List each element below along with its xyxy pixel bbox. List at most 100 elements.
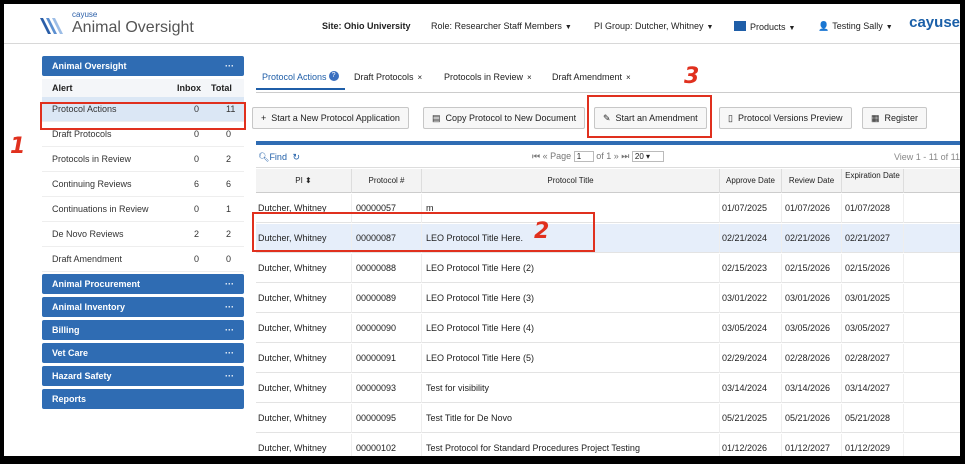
column-header-approve-date[interactable]: Approve Date — [720, 169, 782, 193]
sidebar-section-animal-oversight[interactable]: Animal Oversight ··· — [42, 56, 244, 76]
cell-protocol-title: LEO Protocol Title Here (5) — [426, 344, 720, 373]
user-menu[interactable]: 👤 Testing Sally ▼ — [818, 21, 893, 32]
cell-protocol-number: 00000095 — [356, 404, 422, 433]
role-dropdown[interactable]: Role: Researcher Staff Members ▼ — [431, 21, 572, 31]
sidebar-section[interactable]: Vet Care ··· — [42, 343, 244, 363]
cell-review-date: 03/05/2026 — [785, 314, 842, 343]
more-icon[interactable]: ··· — [225, 56, 234, 76]
table-row[interactable]: Dutcher, Whitney 00000093 Test for visibil… — [256, 374, 960, 403]
page-input[interactable]: 1 — [573, 151, 594, 163]
copy-protocol-button[interactable]: ▤ Copy Protocol to New Document — [423, 107, 586, 129]
inbox-count: 0 — [194, 254, 200, 264]
cell-protocol-number: 00000088 — [356, 254, 422, 283]
sidebar-item[interactable]: De Novo Reviews 2 2 — [42, 222, 244, 247]
column-header-pi[interactable]: PI ⬍ — [256, 169, 352, 193]
sidebar-item[interactable]: Continuations in Review 0 1 — [42, 197, 244, 222]
cell-protocol-number: 00000090 — [356, 314, 422, 343]
find-button[interactable]: 🔍︎Find ↻ — [258, 152, 300, 163]
last-page-icon[interactable]: ⏭ — [621, 151, 629, 161]
cayuse-logo-icon — [40, 18, 63, 34]
register-button[interactable]: ▦ Register — [862, 107, 928, 129]
inbox-count: 0 — [194, 154, 200, 164]
cell-protocol-title: Test Protocol for Standard Procedures Pr… — [426, 434, 720, 456]
find-label: Find — [269, 152, 287, 162]
rows-per-page-select[interactable]: 20 ▾ — [631, 151, 664, 163]
prev-page-icon[interactable]: « — [543, 151, 548, 161]
header-label: Review Date — [788, 176, 835, 185]
inbox-count: 2 — [194, 229, 200, 239]
sidebar-item-label: Continuations in Review — [52, 204, 149, 214]
tab-label: Draft Protocols — [354, 72, 414, 82]
sidebar-section[interactable]: Animal Procurement ··· — [42, 274, 244, 294]
total-count: 6 — [226, 179, 232, 189]
close-icon[interactable]: × — [527, 73, 532, 82]
sidebar-section[interactable]: Reports — [42, 389, 244, 409]
tab-label: Protocols in Review — [444, 72, 524, 82]
sidebar-item[interactable]: Draft Amendment 0 0 — [42, 247, 244, 272]
sidebar-item-label: Draft Protocols — [52, 129, 112, 139]
table-row[interactable]: Dutcher, Whitney 00000091 LEO Protocol Tit… — [256, 344, 960, 373]
tab[interactable]: Protocols in Review × — [444, 64, 532, 90]
tab[interactable]: Draft Amendment × — [552, 64, 631, 90]
sidebar-item[interactable]: Protocols in Review 0 2 — [42, 147, 244, 172]
cell-approve-date: 02/29/2024 — [722, 344, 782, 373]
sidebar-section[interactable]: Hazard Safety ··· — [42, 366, 244, 386]
cell-review-date: 03/14/2026 — [785, 374, 842, 403]
sidebar-item[interactable]: Continuing Reviews 6 6 — [42, 172, 244, 197]
alert-columns-header: Alert Inbox Total — [42, 79, 244, 97]
table-row[interactable]: Dutcher, Whitney 00000102 Test Protocol fo… — [256, 434, 960, 456]
column-header-expiration-date[interactable]: Expiration Date — [842, 169, 904, 193]
sidebar-section[interactable]: Billing ··· — [42, 320, 244, 340]
tab-divider — [256, 92, 960, 93]
first-page-icon[interactable]: ⏮ — [532, 151, 540, 161]
column-header-protocol-number[interactable]: Protocol # — [352, 169, 422, 193]
close-icon[interactable]: × — [626, 73, 631, 82]
cell-expiration-date: 01/07/2028 — [845, 194, 904, 223]
column-header-protocol-title[interactable]: Protocol Title — [422, 169, 720, 193]
refresh-icon[interactable]: ↻ — [292, 152, 300, 162]
annotation-number-2: 2 — [534, 219, 550, 244]
table-row[interactable]: Dutcher, Whitney 00000089 LEO Protocol Tit… — [256, 284, 960, 313]
more-icon[interactable]: ··· — [225, 297, 234, 317]
column-header-review-date[interactable]: Review Date — [782, 169, 842, 193]
view-range-text: View 1 - 11 of 11 — [893, 152, 960, 162]
start-new-protocol-button[interactable]: + Start a New Protocol Application — [252, 107, 409, 129]
col-total: Total — [211, 83, 232, 93]
cell-approve-date: 01/12/2026 — [722, 434, 782, 456]
total-count: 0 — [226, 254, 232, 264]
cell-approve-date: 01/07/2025 — [722, 194, 782, 223]
cell-approve-date: 03/14/2024 — [722, 374, 782, 403]
more-icon[interactable]: ··· — [225, 274, 234, 294]
sidebar-item-label: Continuing Reviews — [52, 179, 132, 189]
close-icon[interactable]: × — [418, 73, 423, 82]
cell-protocol-title: Test for visibility — [426, 374, 720, 403]
table-row[interactable]: Dutcher, Whitney 00000088 LEO Protocol Tit… — [256, 254, 960, 283]
total-count: 2 — [226, 154, 232, 164]
grid-pager: 🔍︎Find ↻ ⏮ « Page 1 of 1 » ⏭ 20 ▾ View 1… — [256, 146, 960, 168]
sort-icon: ⬍ — [305, 176, 312, 185]
next-page-icon[interactable]: » — [614, 151, 619, 161]
grid-top-bar — [256, 141, 960, 145]
help-icon[interactable]: ? — [328, 71, 339, 81]
cell-approve-date: 05/21/2025 — [722, 404, 782, 433]
cell-review-date: 02/28/2026 — [785, 344, 842, 373]
protocol-versions-preview-button[interactable]: ▯ Protocol Versions Preview — [719, 107, 852, 129]
sidebar-section[interactable]: Animal Inventory ··· — [42, 297, 244, 317]
table-row[interactable]: Dutcher, Whitney 00000090 LEO Protocol Tit… — [256, 314, 960, 343]
cell-pi: Dutcher, Whitney — [258, 374, 352, 403]
caret-down-icon: ▼ — [564, 24, 572, 31]
products-dropdown[interactable]: Products ▼ — [734, 21, 795, 32]
cell-expiration-date: 03/05/2027 — [845, 314, 904, 343]
more-icon[interactable]: ··· — [225, 320, 234, 340]
more-icon[interactable]: ··· — [225, 366, 234, 386]
pi-group-dropdown[interactable]: PI Group: Dutcher, Whitney ▼ — [594, 21, 713, 31]
cell-pi: Dutcher, Whitney — [258, 404, 352, 433]
cell-review-date: 03/01/2026 — [785, 284, 842, 313]
caret-down-icon: ▼ — [706, 24, 714, 31]
tab[interactable]: Protocol Actions? — [256, 64, 345, 90]
more-icon[interactable]: ··· — [225, 343, 234, 363]
header-label: Approve Date — [726, 176, 775, 185]
tab[interactable]: Draft Protocols × — [354, 64, 422, 90]
table-row[interactable]: Dutcher, Whitney 00000095 Test Title for D… — [256, 404, 960, 433]
page-controls: ⏮ « Page 1 of 1 » ⏭ 20 ▾ — [532, 151, 664, 163]
